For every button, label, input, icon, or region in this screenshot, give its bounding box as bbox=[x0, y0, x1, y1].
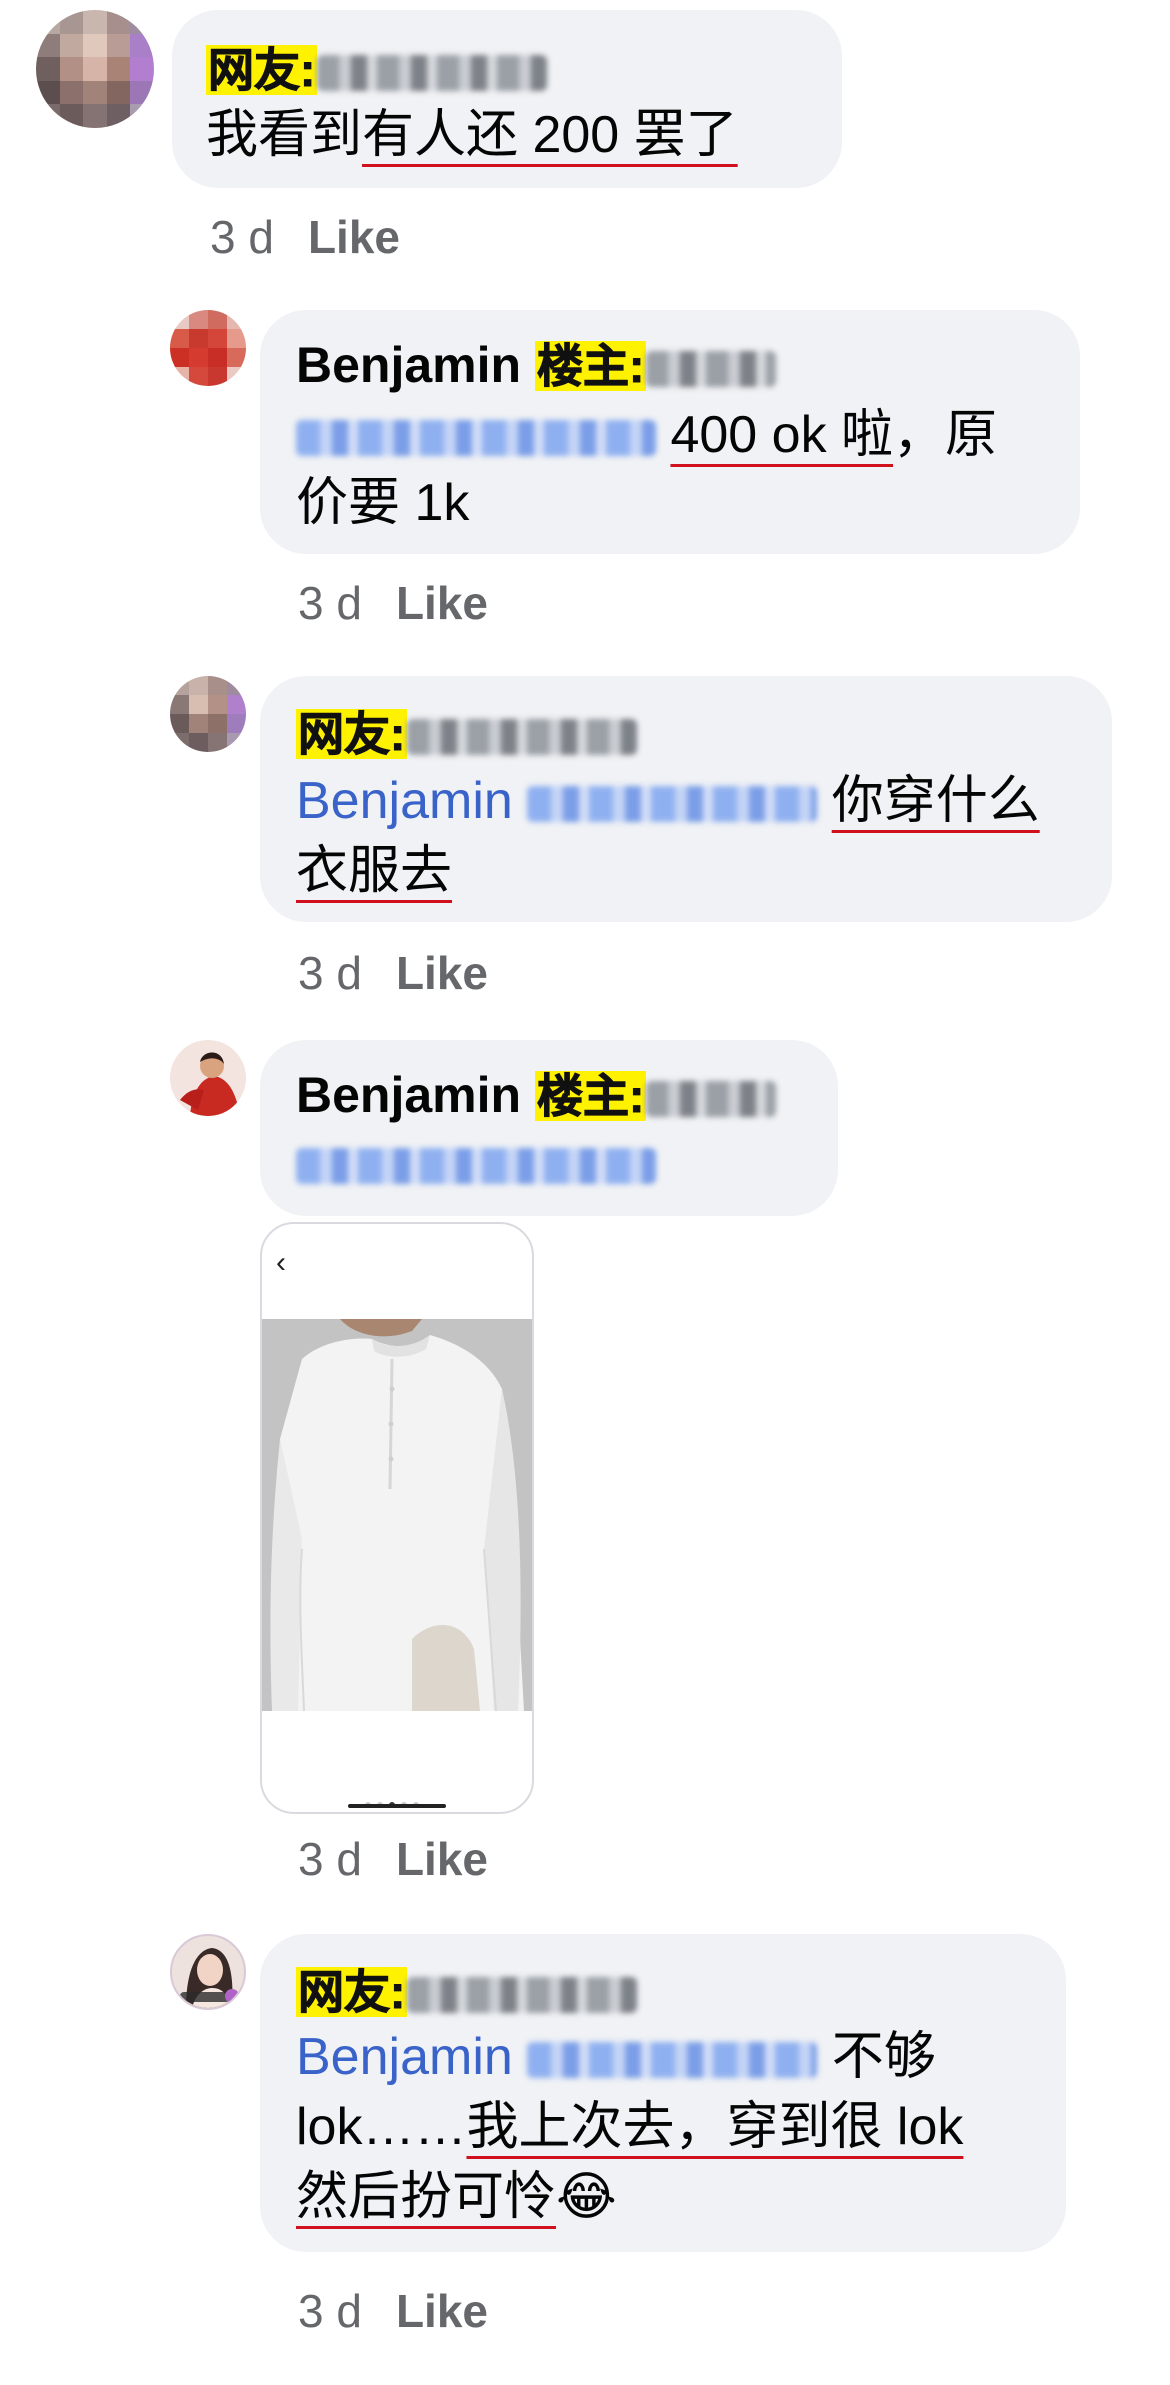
op-name[interactable]: Benjamin bbox=[296, 337, 521, 393]
timestamp: 3 d bbox=[298, 2285, 362, 2337]
commenter-name[interactable]: Benjamin 楼主: bbox=[296, 1066, 777, 1124]
blurred-name bbox=[646, 350, 777, 387]
mention-link[interactable]: Benjamin bbox=[296, 2028, 513, 2086]
op-label: 楼主: bbox=[534, 340, 647, 392]
like-button[interactable]: Like bbox=[308, 211, 400, 263]
like-button[interactable]: Like bbox=[396, 1833, 488, 1885]
blurred-name bbox=[407, 1976, 638, 2013]
avatar[interactable] bbox=[170, 310, 246, 386]
comment-text: Benjamin 不够 bbox=[296, 2028, 936, 2086]
comment-text-line3: 然后扮可怜😂 bbox=[296, 2168, 617, 2226]
commenter-name[interactable]: 网友: bbox=[296, 1962, 638, 2020]
like-button[interactable]: Like bbox=[396, 2285, 488, 2337]
commenter-name[interactable]: 网友: bbox=[206, 40, 548, 98]
op-name[interactable]: Benjamin bbox=[296, 1067, 521, 1123]
netizen-label: 网友: bbox=[206, 44, 318, 96]
blurred-name bbox=[317, 54, 548, 91]
avatar[interactable] bbox=[170, 1934, 246, 2010]
like-button[interactable]: Like bbox=[396, 947, 488, 999]
comment-meta: 3 d Like bbox=[298, 946, 488, 1000]
mention-blurred[interactable] bbox=[296, 420, 656, 457]
comment-text: 我看到有人还 200 罢了 bbox=[206, 106, 738, 164]
comment-text-line2: 衣服去 bbox=[296, 842, 453, 900]
comment-text-line2: lok……我上次去，穿到很 lok bbox=[296, 2098, 964, 2156]
mention-link[interactable]: Benjamin bbox=[296, 772, 513, 830]
avatar[interactable] bbox=[36, 10, 154, 128]
comment-text: 400 ok 啦，原 bbox=[296, 400, 997, 470]
comment-text bbox=[296, 1128, 656, 1198]
comment-meta: 3 d Like bbox=[298, 1832, 488, 1886]
mention-blurred[interactable] bbox=[527, 2042, 818, 2079]
avatar[interactable] bbox=[170, 676, 246, 752]
comment-text-line2: 价要 1k bbox=[296, 474, 470, 532]
comment-meta: 3 d Like bbox=[298, 576, 488, 630]
mention-blurred[interactable] bbox=[527, 786, 818, 823]
netizen-label: 网友: bbox=[296, 708, 408, 760]
comment-text: Benjamin 你穿什么 bbox=[296, 772, 1040, 830]
avatar-figure-icon bbox=[180, 1052, 240, 1116]
commenter-name[interactable]: 网友: bbox=[296, 704, 638, 762]
timestamp: 3 d bbox=[298, 1833, 362, 1885]
netizen-label: 网友: bbox=[296, 1966, 408, 2018]
laugh-icon: 😂 bbox=[556, 2168, 617, 2226]
shirt-image bbox=[262, 1319, 532, 1711]
timestamp: 3 d bbox=[298, 577, 362, 629]
back-chevron-icon[interactable]: ‹ bbox=[276, 1246, 286, 1280]
commenter-name[interactable]: Benjamin 楼主: bbox=[296, 336, 777, 394]
timestamp: 3 d bbox=[210, 211, 274, 263]
avatar-portrait-icon bbox=[180, 1948, 239, 2008]
like-button[interactable]: Like bbox=[396, 577, 488, 629]
timestamp: 3 d bbox=[298, 947, 362, 999]
shirt-icon bbox=[262, 1319, 532, 1711]
blurred-name bbox=[646, 1080, 777, 1117]
mention-blurred[interactable] bbox=[296, 1148, 656, 1185]
attached-photo[interactable]: ‹ bbox=[260, 1222, 534, 1814]
blurred-name bbox=[407, 718, 638, 755]
op-label: 楼主: bbox=[534, 1070, 647, 1122]
home-indicator bbox=[348, 1804, 446, 1808]
comment-meta: 3 d Like bbox=[298, 2284, 488, 2338]
avatar[interactable] bbox=[170, 1040, 246, 1116]
comment-meta: 3 d Like bbox=[210, 210, 400, 264]
